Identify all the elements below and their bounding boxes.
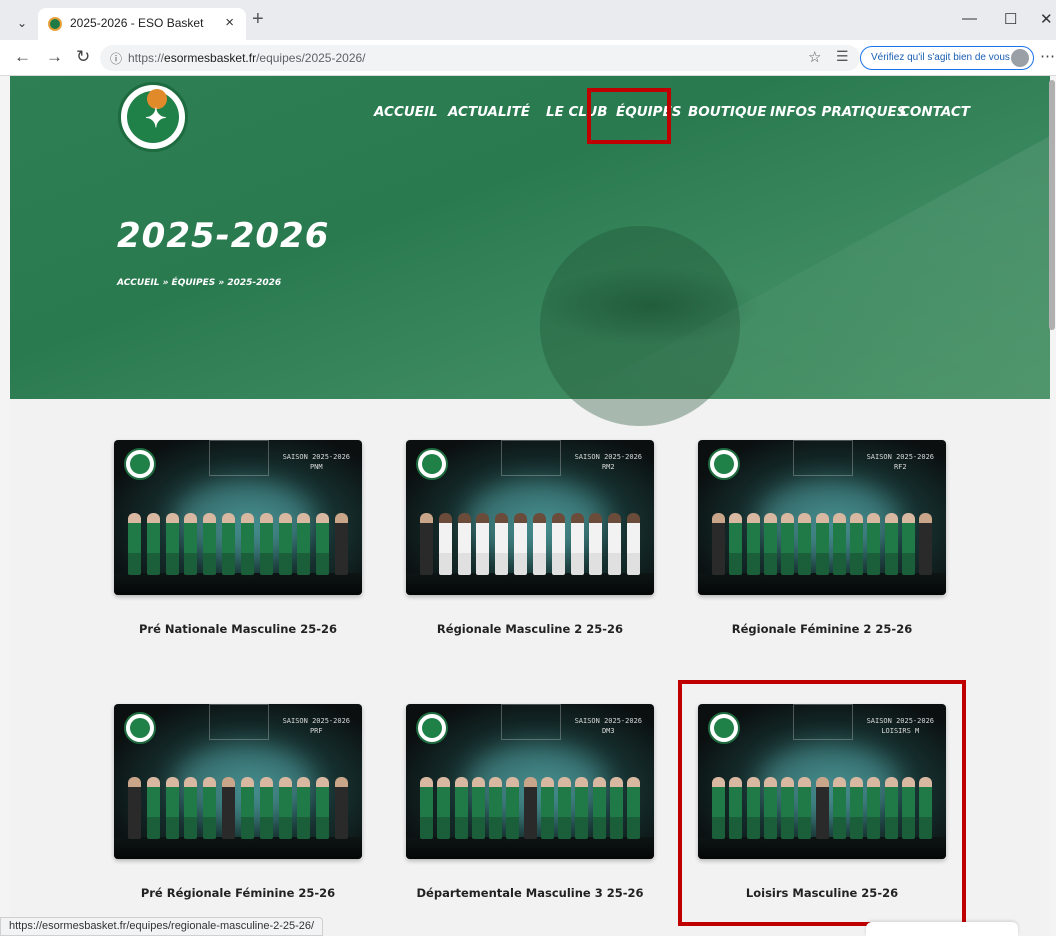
- players-group: [712, 505, 932, 575]
- club-logo-icon: [124, 712, 156, 744]
- address-bar: ← → ↻ ⓘ https://esormesbasket.fr/equipes…: [0, 40, 1056, 76]
- team-photo[interactable]: SAISON 2025-2026 RF2: [698, 440, 946, 595]
- profile-verify-label: Vérifiez qu'il s'agit bien de vous: [871, 52, 1010, 63]
- more-icon[interactable]: ⋯: [1040, 47, 1055, 65]
- nav-actualite[interactable]: ACTUALITÉ: [448, 104, 530, 120]
- club-logo[interactable]: ✦: [118, 82, 188, 152]
- nav-infos-pratiques[interactable]: INFOS PRATIQUES: [770, 104, 907, 120]
- team-title[interactable]: Départementale Masculine 3 25-26: [406, 886, 654, 900]
- status-bar-url: https://esormesbasket.fr/equipes/regiona…: [0, 917, 324, 936]
- page-viewport: ✦ ACCUEIL ACTUALITÉ LE CLUB ÉQUIPES BOUT…: [10, 76, 1050, 936]
- team-title[interactable]: Régionale Masculine 2 25-26: [406, 622, 654, 636]
- season-label: SAISON 2025-2026 DM3: [574, 717, 642, 735]
- nav-highlight-box: [587, 88, 671, 144]
- site-info-icon[interactable]: ⓘ: [110, 50, 122, 67]
- card-highlight-box: [678, 680, 966, 926]
- favorites-icon[interactable]: ☰: [836, 48, 849, 65]
- reload-icon[interactable]: ↻: [76, 47, 90, 67]
- club-logo-icon: [708, 448, 740, 480]
- page-title: 2025-2026: [117, 216, 330, 256]
- club-logo-icon: [124, 448, 156, 480]
- nav-contact[interactable]: CONTACT: [900, 104, 970, 120]
- players-group: [420, 505, 640, 575]
- back-icon[interactable]: ←: [14, 47, 31, 67]
- nav-boutique[interactable]: BOUTIQUE: [688, 104, 767, 120]
- season-label: SAISON 2025-2026 PRF: [282, 717, 350, 735]
- hero-banner: ✦ ACCUEIL ACTUALITÉ LE CLUB ÉQUIPES BOUT…: [10, 76, 1050, 426]
- players-group: [420, 769, 640, 839]
- breadcrumb[interactable]: ACCUEIL » ÉQUIPES » 2025-2026: [117, 278, 281, 288]
- profile-verify-button[interactable]: Vérifiez qu'il s'agit bien de vous: [860, 46, 1034, 70]
- players-group: [128, 769, 348, 839]
- browser-tab[interactable]: 2025-2026 - ESO Basket ×: [38, 8, 246, 40]
- season-label: SAISON 2025-2026 RM2: [574, 453, 642, 471]
- team-photo[interactable]: SAISON 2025-2026 RM2: [406, 440, 654, 595]
- season-label: SAISON 2025-2026 RF2: [866, 453, 934, 471]
- profile-avatar-icon: [1011, 49, 1029, 67]
- minimize-icon[interactable]: —: [962, 10, 977, 27]
- browser-tab-bar: ⌄ 2025-2026 - ESO Basket × + — ☐ ✕: [0, 0, 1056, 40]
- close-icon[interactable]: ×: [225, 14, 234, 31]
- url-field[interactable]: ⓘ https://esormesbasket.fr/equipes/2025-…: [100, 45, 860, 71]
- window-close-icon[interactable]: ✕: [1040, 10, 1053, 28]
- nav-accueil[interactable]: ACCUEIL: [374, 104, 438, 120]
- tab-title: 2025-2026 - ESO Basket: [70, 16, 204, 30]
- tab-list-icon[interactable]: ⌄: [10, 12, 34, 34]
- club-logo-icon: [416, 448, 448, 480]
- url-text: https://esormesbasket.fr/equipes/2025-20…: [128, 51, 366, 65]
- star-icon[interactable]: ☆: [808, 48, 821, 66]
- season-label: SAISON 2025-2026 PNM: [282, 453, 350, 471]
- club-logo-icon: [416, 712, 448, 744]
- team-photo[interactable]: SAISON 2025-2026 PNM: [114, 440, 362, 595]
- team-photo[interactable]: SAISON 2025-2026 DM3: [406, 704, 654, 859]
- chat-widget[interactable]: [866, 922, 1018, 936]
- maximize-icon[interactable]: ☐: [1004, 10, 1017, 28]
- scrollbar-thumb[interactable]: [1049, 80, 1055, 330]
- plus-icon[interactable]: +: [252, 8, 264, 31]
- team-title[interactable]: Régionale Féminine 2 25-26: [698, 622, 946, 636]
- site-favicon-icon: [48, 17, 62, 31]
- team-title[interactable]: Pré Régionale Féminine 25-26: [114, 886, 362, 900]
- team-title[interactable]: Pré Nationale Masculine 25-26: [114, 622, 362, 636]
- forward-icon[interactable]: →: [46, 47, 63, 67]
- players-group: [128, 505, 348, 575]
- team-photo[interactable]: SAISON 2025-2026 PRF: [114, 704, 362, 859]
